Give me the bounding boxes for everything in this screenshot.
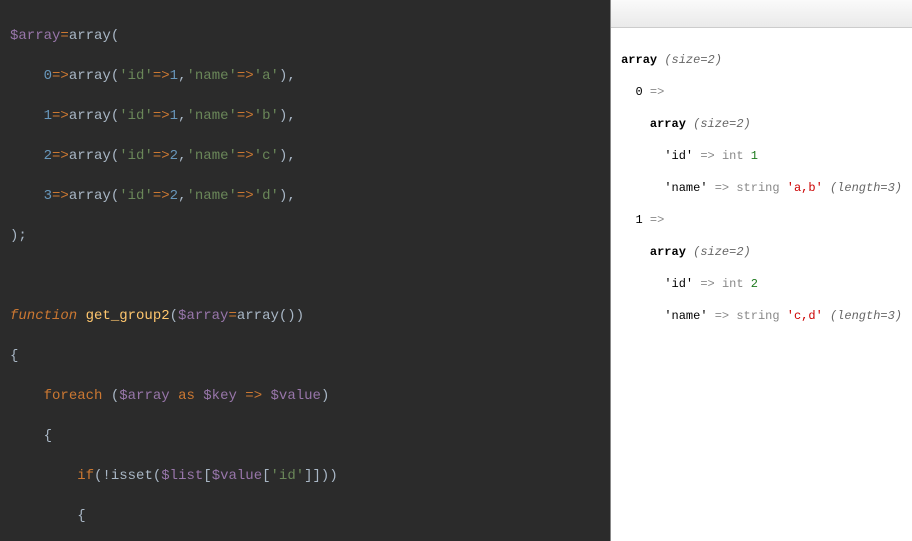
output-pane: array (size=2) 0 => array (size=2) 'id' … [610, 0, 912, 541]
code-line: 2=>array('id'=>2,'name'=>'c'), [10, 146, 600, 166]
variable: $array [10, 28, 60, 44]
output-line: 'id' => int 2 [621, 276, 902, 292]
vardump-output: array (size=2) 0 => array (size=2) 'id' … [611, 28, 912, 364]
code-line: $array=array( [10, 26, 600, 46]
output-line: 1 => [621, 212, 902, 228]
output-line: 0 => [621, 84, 902, 100]
code-line: { [10, 426, 600, 446]
output-line: 'name' => string 'a,b' (length=3) [621, 180, 902, 196]
code-line: 3=>array('id'=>2,'name'=>'d'), [10, 186, 600, 206]
code-line: foreach ($array as $key => $value) [10, 386, 600, 406]
code-line: function get_group2($array=array()) [10, 306, 600, 326]
code-line: if(!isset($list[$value['id']])) [10, 466, 600, 486]
code-line: 0=>array('id'=>1,'name'=>'a'), [10, 66, 600, 86]
code-line: { [10, 346, 600, 366]
code-line: 1=>array('id'=>1,'name'=>'b'), [10, 106, 600, 126]
code-line: ); [10, 226, 600, 246]
code-editor[interactable]: $array=array( 0=>array('id'=>1,'name'=>'… [0, 0, 610, 541]
output-line: array (size=2) [621, 116, 902, 132]
code-line [10, 266, 600, 286]
output-line: 'name' => string 'c,d' (length=3) [621, 308, 902, 324]
output-line: 'id' => int 1 [621, 148, 902, 164]
browser-chrome [611, 0, 912, 28]
output-line: array (size=2) [621, 52, 902, 68]
output-line: array (size=2) [621, 244, 902, 260]
code-line: { [10, 506, 600, 526]
